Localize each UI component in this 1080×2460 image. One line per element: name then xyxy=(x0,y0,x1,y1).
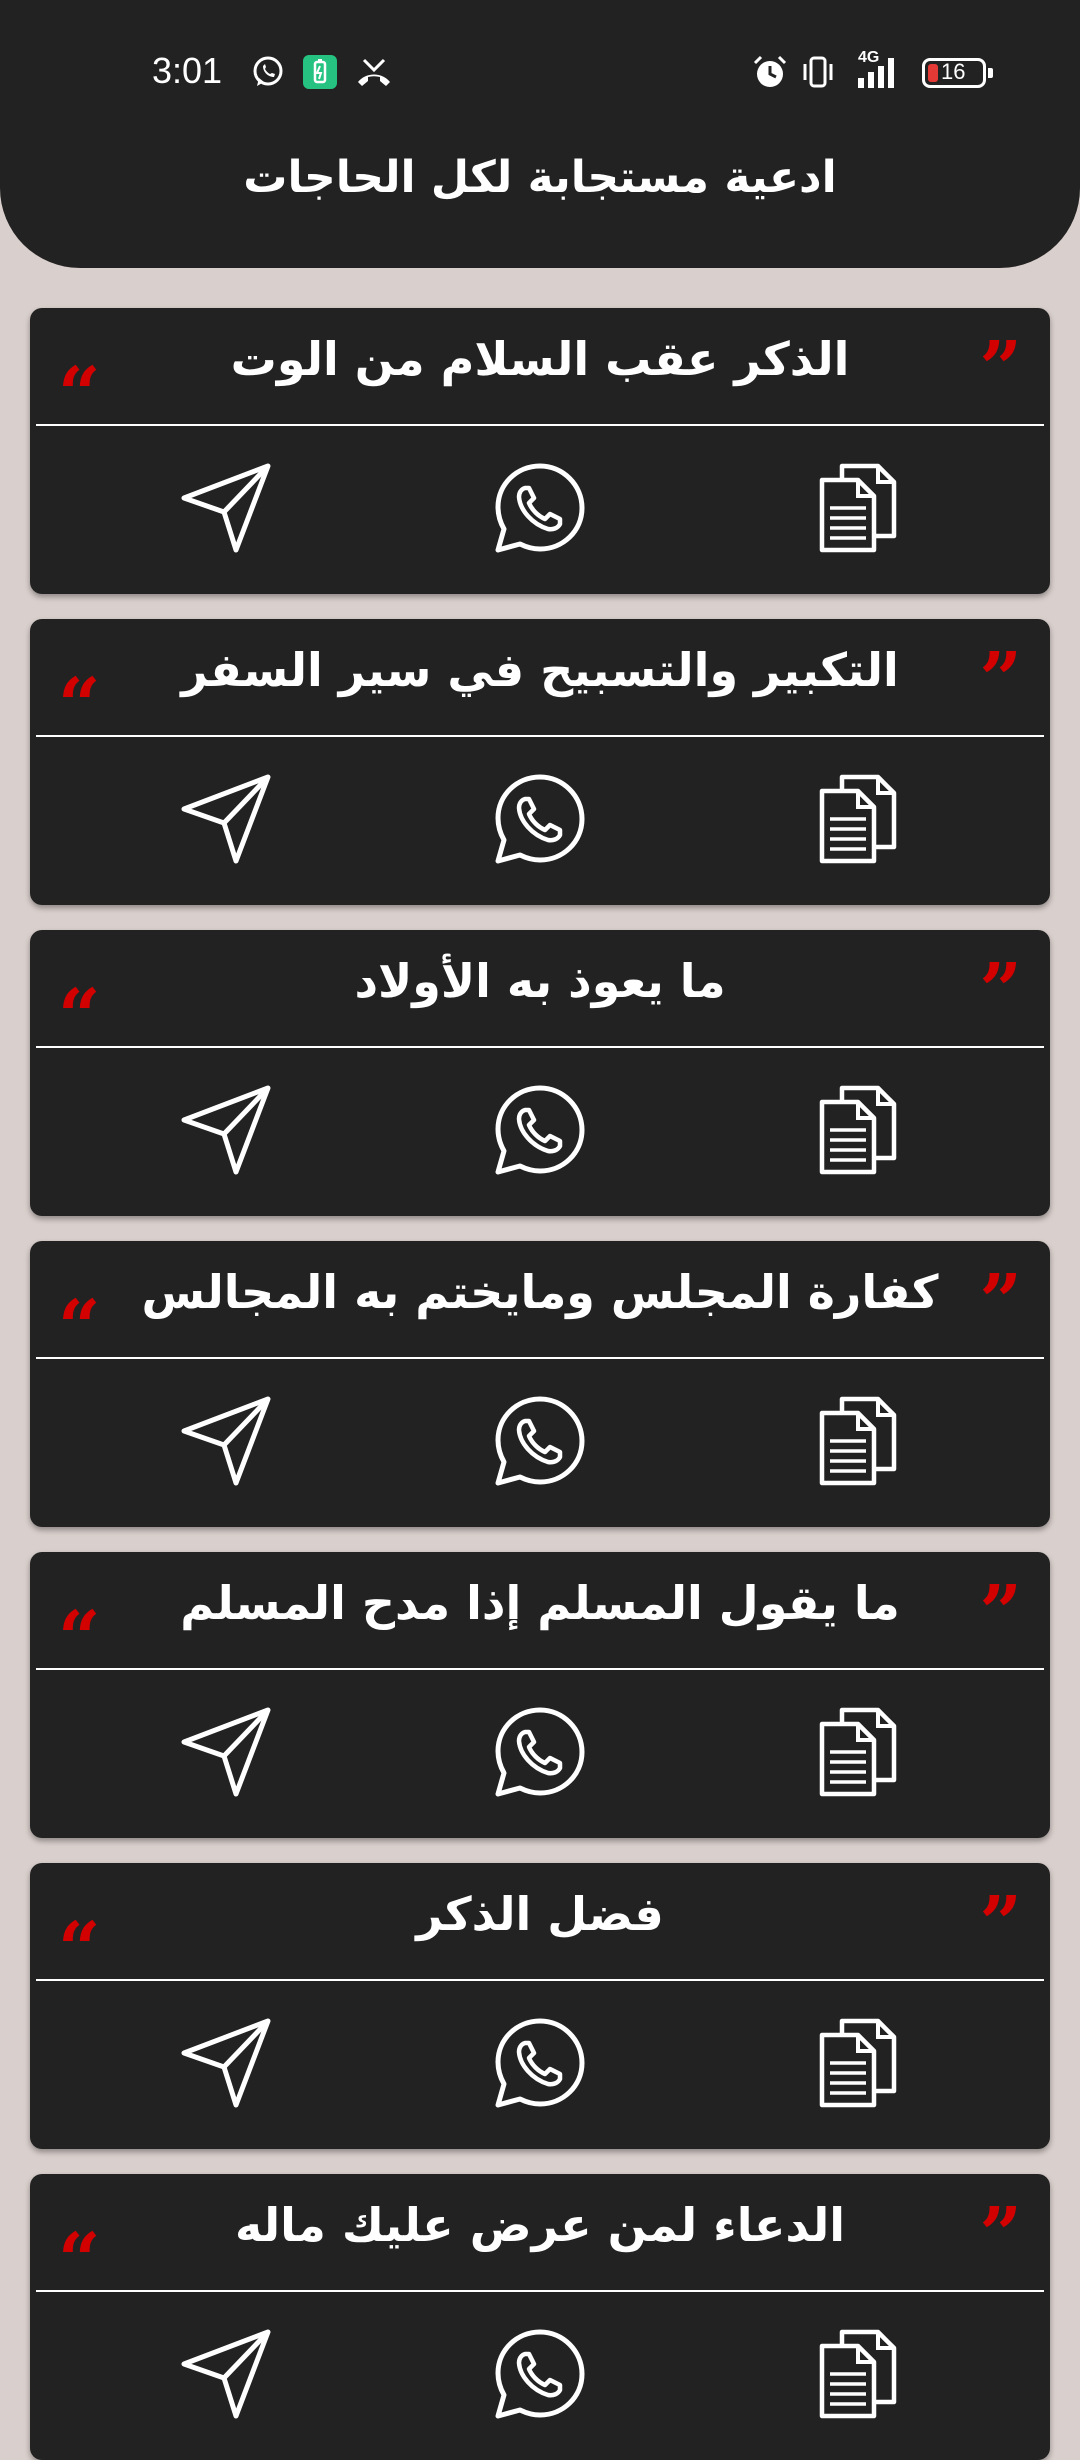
copy-button[interactable] xyxy=(808,1080,908,1180)
card-divider xyxy=(36,1357,1044,1359)
send-icon xyxy=(181,1085,271,1175)
prayer-title[interactable]: التكبير والتسبيح في سير السفر xyxy=(130,643,950,697)
share-button[interactable] xyxy=(176,1391,276,1491)
share-button[interactable] xyxy=(176,2013,276,2113)
prayer-title[interactable]: الذكر عقب السلام من الوت xyxy=(130,332,950,386)
card-divider xyxy=(36,424,1044,426)
share-button[interactable] xyxy=(176,458,276,558)
prayer-card-5[interactable]: ” “ ما يقول المسلم إذا مدح المسلم xyxy=(30,1552,1050,1838)
whatsapp-share-button[interactable] xyxy=(490,769,590,869)
close-quote-icon: ” xyxy=(979,1570,1022,1656)
copy-button[interactable] xyxy=(808,458,908,558)
copy-icon xyxy=(819,463,897,553)
app-header: 3:01 4G 16 ادعية مستجابة لكل الحاجات xyxy=(0,0,1080,268)
whatsapp-icon xyxy=(495,463,585,553)
send-icon xyxy=(181,1707,271,1797)
close-quote-icon: ” xyxy=(979,326,1022,412)
prayer-card-2[interactable]: ” “ التكبير والتسبيح في سير السفر xyxy=(30,619,1050,905)
whatsapp-icon xyxy=(495,1396,585,1486)
copy-button[interactable] xyxy=(808,2324,908,2424)
send-icon xyxy=(181,1396,271,1486)
prayer-title[interactable]: ما يعوذ به الأولاد xyxy=(130,954,950,1008)
whatsapp-icon xyxy=(495,2018,585,2108)
open-quote-icon: “ xyxy=(58,663,101,749)
whatsapp-share-button[interactable] xyxy=(490,2324,590,2424)
copy-icon xyxy=(819,1396,897,1486)
open-quote-icon: “ xyxy=(58,352,101,438)
prayer-card-7[interactable]: ” “ الدعاء لمن عرض عليك ماله xyxy=(30,2174,1050,2460)
card-divider xyxy=(36,1668,1044,1670)
whatsapp-icon xyxy=(495,1085,585,1175)
card-divider xyxy=(36,735,1044,737)
open-quote-icon: “ xyxy=(58,1285,101,1371)
status-time: 3:01 xyxy=(152,50,223,91)
copy-button[interactable] xyxy=(808,2013,908,2113)
prayer-title[interactable]: فضل الذكر xyxy=(130,1887,950,1941)
page-title: ادعية مستجابة لكل الحاجات xyxy=(243,152,837,203)
copy-icon xyxy=(819,1707,897,1797)
close-quote-icon: ” xyxy=(979,1881,1022,1967)
prayer-title[interactable]: ما يقول المسلم إذا مدح المسلم xyxy=(130,1576,950,1630)
share-button[interactable] xyxy=(176,1702,276,1802)
copy-icon xyxy=(819,774,897,864)
prayer-card-6[interactable]: ” “ فضل الذكر xyxy=(30,1863,1050,2149)
send-icon xyxy=(181,2329,271,2419)
alarm-icon xyxy=(752,54,788,94)
whatsapp-share-button[interactable] xyxy=(490,458,590,558)
close-quote-icon: ” xyxy=(979,1259,1022,1345)
whatsapp-notification-icon xyxy=(250,54,286,94)
open-quote-icon: “ xyxy=(58,1596,101,1682)
whatsapp-share-button[interactable] xyxy=(490,1702,590,1802)
signal-icon: 4G xyxy=(852,48,912,96)
prayer-card-3[interactable]: ” “ ما يعوذ به الأولاد xyxy=(30,930,1050,1216)
share-button[interactable] xyxy=(176,1080,276,1180)
network-type-label: 4G xyxy=(858,49,879,66)
close-quote-icon: ” xyxy=(979,2192,1022,2278)
card-divider xyxy=(36,1046,1044,1048)
open-quote-icon: “ xyxy=(58,1907,101,1993)
missed-call-icon xyxy=(354,54,394,94)
share-button[interactable] xyxy=(176,769,276,869)
whatsapp-share-button[interactable] xyxy=(490,2013,590,2113)
card-divider xyxy=(36,1979,1044,1981)
whatsapp-icon xyxy=(495,2329,585,2419)
copy-icon xyxy=(819,1085,897,1175)
battery-saver-icon xyxy=(302,54,338,94)
whatsapp-share-button[interactable] xyxy=(490,1080,590,1180)
vibrate-icon xyxy=(800,54,836,94)
send-icon xyxy=(181,463,271,553)
prayer-card-1[interactable]: ” “ الذكر عقب السلام من الوت xyxy=(30,308,1050,594)
battery-level: 16 xyxy=(941,59,966,84)
copy-button[interactable] xyxy=(808,769,908,869)
copy-button[interactable] xyxy=(808,1391,908,1491)
open-quote-icon: “ xyxy=(58,2218,101,2304)
copy-icon xyxy=(819,2018,897,2108)
copy-icon xyxy=(819,2329,897,2419)
whatsapp-icon xyxy=(495,774,585,864)
send-icon xyxy=(181,2018,271,2108)
card-divider xyxy=(36,2290,1044,2292)
close-quote-icon: ” xyxy=(979,948,1022,1034)
prayer-title[interactable]: الدعاء لمن عرض عليك ماله xyxy=(130,2198,950,2252)
prayer-card-4[interactable]: ” “ كفارة المجلس ومايختم به المجالس xyxy=(30,1241,1050,1527)
status-bar: 3:01 4G 16 xyxy=(0,40,1080,104)
open-quote-icon: “ xyxy=(58,974,101,1060)
whatsapp-icon xyxy=(495,1707,585,1797)
battery-nub xyxy=(988,68,993,78)
whatsapp-share-button[interactable] xyxy=(490,1391,590,1491)
share-button[interactable] xyxy=(176,2324,276,2424)
close-quote-icon: ” xyxy=(979,637,1022,723)
prayer-title[interactable]: كفارة المجلس ومايختم به المجالس xyxy=(130,1265,950,1319)
copy-button[interactable] xyxy=(808,1702,908,1802)
battery-fill xyxy=(928,64,938,82)
battery-icon: 16 xyxy=(922,58,986,88)
send-icon xyxy=(181,774,271,864)
